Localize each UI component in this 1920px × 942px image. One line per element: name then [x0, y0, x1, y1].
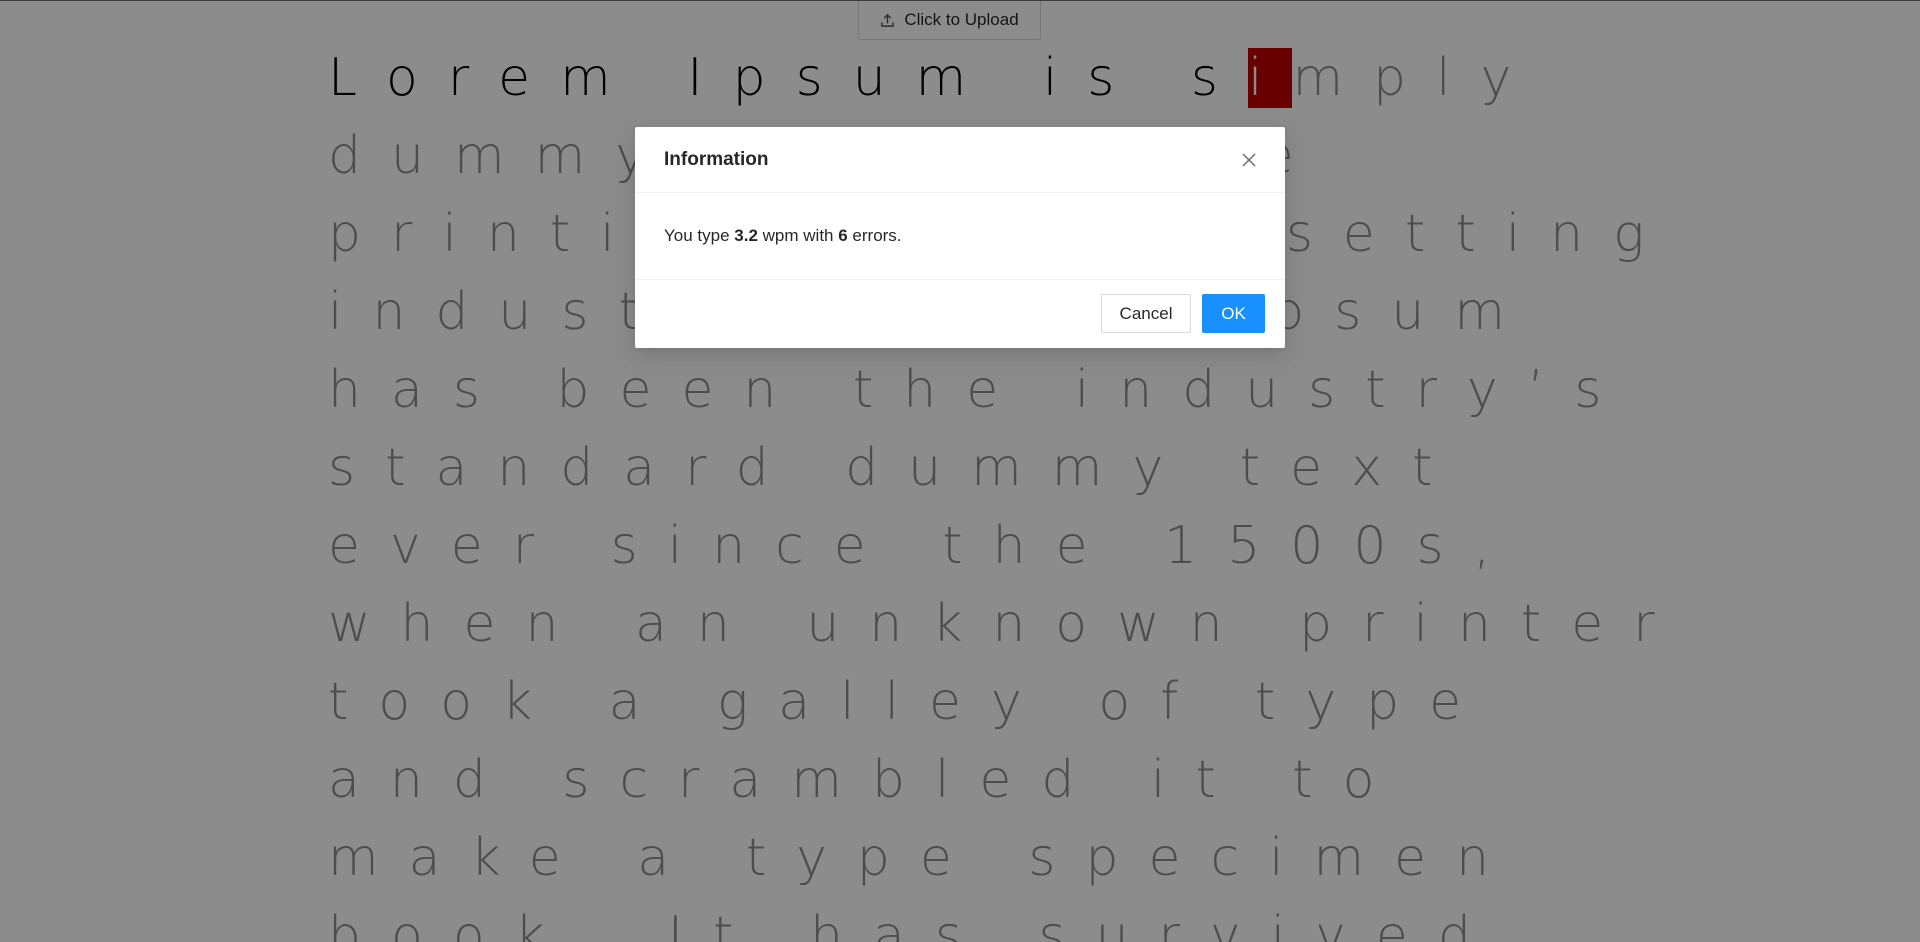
error-count: 6 — [838, 226, 848, 245]
page: Click to Upload Lorem Ipsum is simply du… — [0, 0, 1920, 942]
information-dialog: Information You type 3.2 wpm with 6 erro… — [635, 127, 1285, 348]
ok-button[interactable]: OK — [1202, 294, 1265, 333]
dialog-message: You type 3.2 wpm with 6 errors. — [635, 193, 1285, 280]
cancel-button[interactable]: Cancel — [1101, 294, 1191, 333]
dialog-header: Information — [635, 127, 1285, 193]
wpm-value: 3.2 — [734, 226, 758, 245]
close-icon[interactable] — [1233, 144, 1265, 176]
message-middle: wpm with — [757, 226, 839, 245]
dialog-title: Information — [664, 148, 769, 170]
message-suffix: errors. — [847, 226, 902, 245]
dialog-footer: Cancel OK — [635, 280, 1285, 347]
message-prefix: You type — [664, 226, 735, 245]
